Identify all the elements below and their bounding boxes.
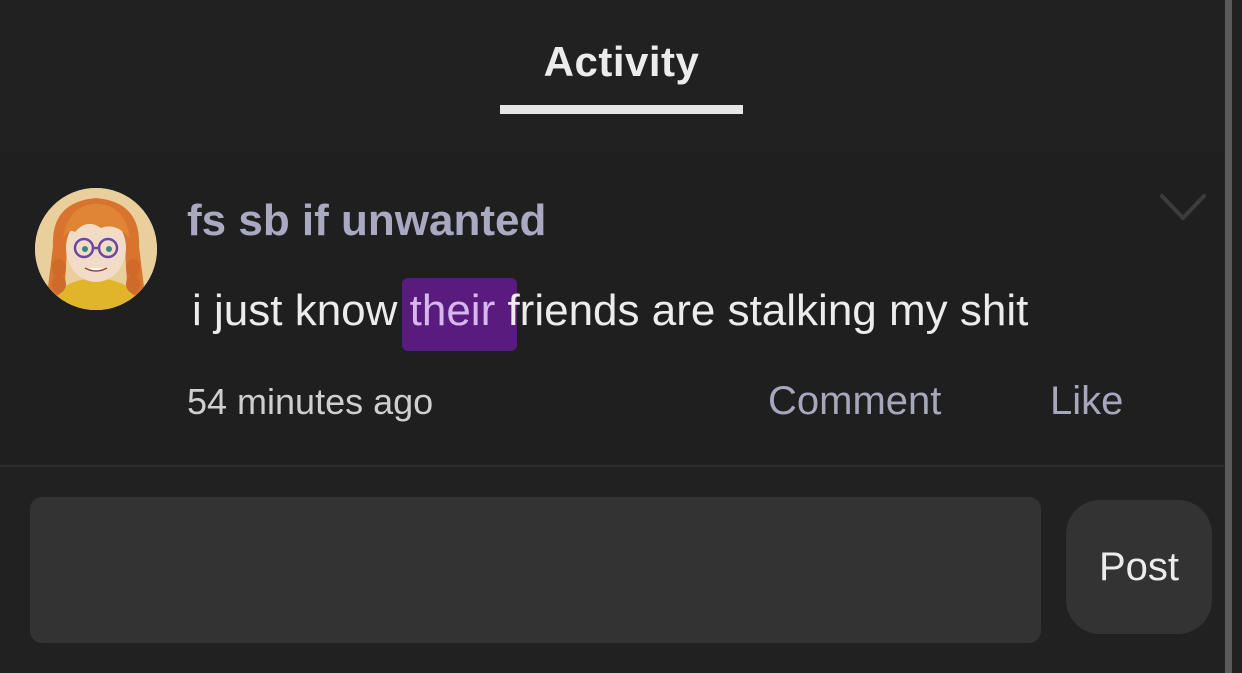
activity-item: fs sb if unwanted i just know their frie… [0,152,1224,465]
post-button[interactable]: Post [1066,500,1212,634]
active-tab-indicator [500,105,743,114]
scrollbar[interactable] [1225,0,1232,673]
tab-activity[interactable]: Activity [500,36,743,114]
like-button[interactable]: Like [1050,378,1123,424]
message-text-before: i just know [192,286,410,335]
avatar-illustration [35,188,157,310]
message-text-after: friends are stalking my shit [495,286,1029,335]
reply-input[interactable] [30,497,1041,643]
divider [0,465,1224,467]
comment-button[interactable]: Comment [768,378,941,424]
avatar[interactable] [35,188,157,310]
post-timestamp: 54 minutes ago [187,381,434,422]
author-name[interactable]: fs sb if unwanted [187,194,546,248]
tab-bar: Activity [0,0,1224,130]
post-message: i just know their friends are stalking m… [192,278,1029,351]
chevron-down-icon[interactable] [1158,192,1208,222]
activity-screen: Activity fs sb if unwanted i just know t… [0,0,1242,673]
tab-activity-label: Activity [543,38,700,85]
